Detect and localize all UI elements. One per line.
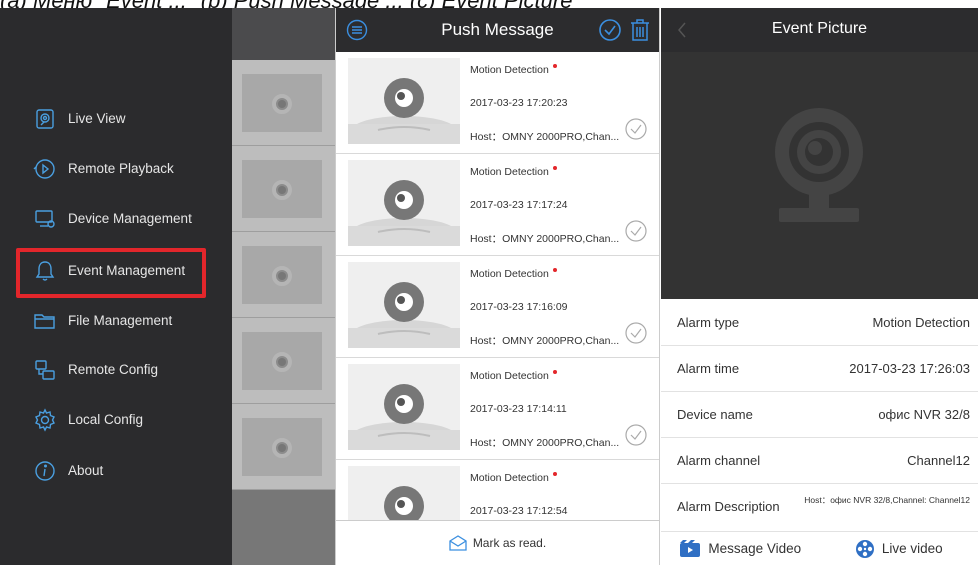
sidebar-item-remote-playback[interactable]: Remote Playback xyxy=(0,149,232,189)
alarm-type-row: Alarm type Motion Detection xyxy=(661,300,978,346)
side-menu-panel: Live View Remote Playback Device Managem… xyxy=(0,8,335,565)
message-host: Host：OMNY 2000PRO,Chan... xyxy=(470,131,620,143)
sidebar-item-label: Remote Config xyxy=(68,362,159,377)
message-type: Motion Detection xyxy=(470,268,557,280)
alarm-description-row: Alarm Description Host：офис NVR 32/8,Cha… xyxy=(661,484,978,532)
video-clip-icon xyxy=(680,539,701,557)
message-video-label: Message Video xyxy=(708,541,802,556)
sidebar-item-about[interactable]: About xyxy=(0,451,232,491)
camera-icon xyxy=(36,109,54,129)
row-value: Host：офис NVR 32/8,Channel: Channel12 xyxy=(804,495,970,505)
thumbnail xyxy=(348,262,460,348)
message-host: Host：OMNY 2000PRO,Chan... xyxy=(470,437,620,449)
mark-as-read-button[interactable]: Mark as read. xyxy=(336,520,659,565)
unread-dot xyxy=(552,472,557,476)
sidebar-item-label: Live View xyxy=(68,111,126,126)
push-message-panel: Push Message Motion Detection 2017-03-23… xyxy=(335,8,660,565)
list-item xyxy=(232,318,335,404)
envelope-icon xyxy=(449,535,467,551)
row-label: Alarm Description xyxy=(677,499,780,514)
message-time: 2017-03-23 17:14:11 xyxy=(470,403,567,415)
message-list: Motion Detection 2017-03-23 17:20:23 Hos… xyxy=(336,52,659,520)
unread-dot xyxy=(552,166,557,170)
row-label: Device name xyxy=(677,407,753,422)
list-item[interactable]: Motion Detection 2017-03-23 17:14:11 Hos… xyxy=(336,358,659,460)
alarm-time-row: Alarm time 2017-03-23 17:26:03 xyxy=(661,346,978,392)
sidebar-item-remote-config[interactable]: Remote Config xyxy=(0,350,232,390)
message-type: Motion Detection xyxy=(470,472,557,484)
background-list xyxy=(232,60,335,490)
info-icon xyxy=(35,461,55,481)
device-icon xyxy=(35,210,55,228)
message-time: 2017-03-23 17:20:23 xyxy=(470,97,568,109)
bottom-actions: Message Video Live video xyxy=(661,532,978,565)
screenshot-root: (a) Меню "Event ..." (b) Push Message ..… xyxy=(0,0,978,565)
row-value: Motion Detection xyxy=(872,315,970,330)
list-item xyxy=(232,404,335,490)
check-icon[interactable] xyxy=(625,322,647,344)
message-time: 2017-03-23 17:12:54 xyxy=(470,505,568,517)
folder-icon xyxy=(34,314,55,329)
event-picture-panel: Event Picture Alarm type Motion Detectio… xyxy=(661,8,978,565)
sidebar-item-label: Device Management xyxy=(68,211,192,226)
list-item xyxy=(232,146,335,232)
check-icon[interactable] xyxy=(625,424,647,446)
select-all-icon[interactable] xyxy=(598,18,622,42)
message-type: Motion Detection xyxy=(470,370,557,382)
row-label: Alarm time xyxy=(677,361,740,376)
background-push-list xyxy=(232,8,335,565)
live-video-button[interactable]: Live video xyxy=(820,532,978,565)
thumbnail xyxy=(348,364,460,450)
check-icon[interactable] xyxy=(625,220,647,242)
list-item[interactable]: Motion Detection 2017-03-23 17:17:24 Hos… xyxy=(336,154,659,256)
row-value: 2017-03-23 17:26:03 xyxy=(849,361,970,376)
thumbnail xyxy=(348,160,460,246)
push-header: Push Message xyxy=(336,8,659,52)
check-icon[interactable] xyxy=(625,118,647,140)
row-label: Alarm type xyxy=(677,315,740,330)
message-video-button[interactable]: Message Video xyxy=(661,532,820,565)
trash-icon[interactable] xyxy=(629,18,651,42)
unread-dot xyxy=(552,268,557,272)
row-label: Alarm channel xyxy=(677,453,761,468)
thumbnail xyxy=(348,466,460,520)
sidebar-item-label: File Management xyxy=(68,313,173,328)
list-item[interactable]: Motion Detection 2017-03-23 17:12:54 xyxy=(336,460,659,520)
mark-as-read-label: Mark as read. xyxy=(472,536,547,550)
unread-dot xyxy=(552,64,557,68)
list-item[interactable]: Motion Detection 2017-03-23 17:20:23 Hos… xyxy=(336,52,659,154)
message-type: Motion Detection xyxy=(470,64,557,76)
message-time: 2017-03-23 17:16:09 xyxy=(470,301,568,313)
sidebar-item-local-config[interactable]: Local Config xyxy=(0,400,232,440)
list-item[interactable]: Motion Detection 2017-03-23 17:16:09 Hos… xyxy=(336,256,659,358)
list-item xyxy=(232,232,335,318)
device-name-row: Device name офис NVR 32/8 xyxy=(661,392,978,438)
alarm-channel-row: Alarm channel Channel12 xyxy=(661,438,978,484)
film-reel-icon xyxy=(855,539,874,558)
remote-config-icon xyxy=(35,360,55,380)
message-time: 2017-03-23 17:17:24 xyxy=(470,199,568,211)
event-image xyxy=(661,52,978,299)
message-type: Motion Detection xyxy=(470,166,557,178)
highlight-box xyxy=(16,248,206,298)
unread-dot xyxy=(552,370,557,374)
sidebar-item-label: Local Config xyxy=(68,412,144,427)
row-value: офис NVR 32/8 xyxy=(878,407,970,422)
sidebar-item-device-management[interactable]: Device Management xyxy=(0,199,232,239)
sidebar-item-live-view[interactable]: Live View xyxy=(0,99,232,139)
message-host: Host：OMNY 2000PRO,Chan... xyxy=(470,233,620,245)
row-value: Channel12 xyxy=(907,453,970,468)
playback-icon xyxy=(33,159,55,179)
gear-icon xyxy=(35,408,55,432)
message-host: Host：OMNY 2000PRO,Chan... xyxy=(470,335,620,347)
sidebar-item-label: Remote Playback xyxy=(68,161,174,176)
list-item xyxy=(232,60,335,146)
thumbnail xyxy=(348,58,460,144)
background-header xyxy=(232,8,335,60)
sidebar-item-label: About xyxy=(68,463,104,478)
event-header: Event Picture xyxy=(661,8,978,52)
sidebar-item-file-management[interactable]: File Management xyxy=(0,301,232,341)
live-video-label: Live video xyxy=(881,541,943,556)
page-title: Event Picture xyxy=(771,20,868,37)
